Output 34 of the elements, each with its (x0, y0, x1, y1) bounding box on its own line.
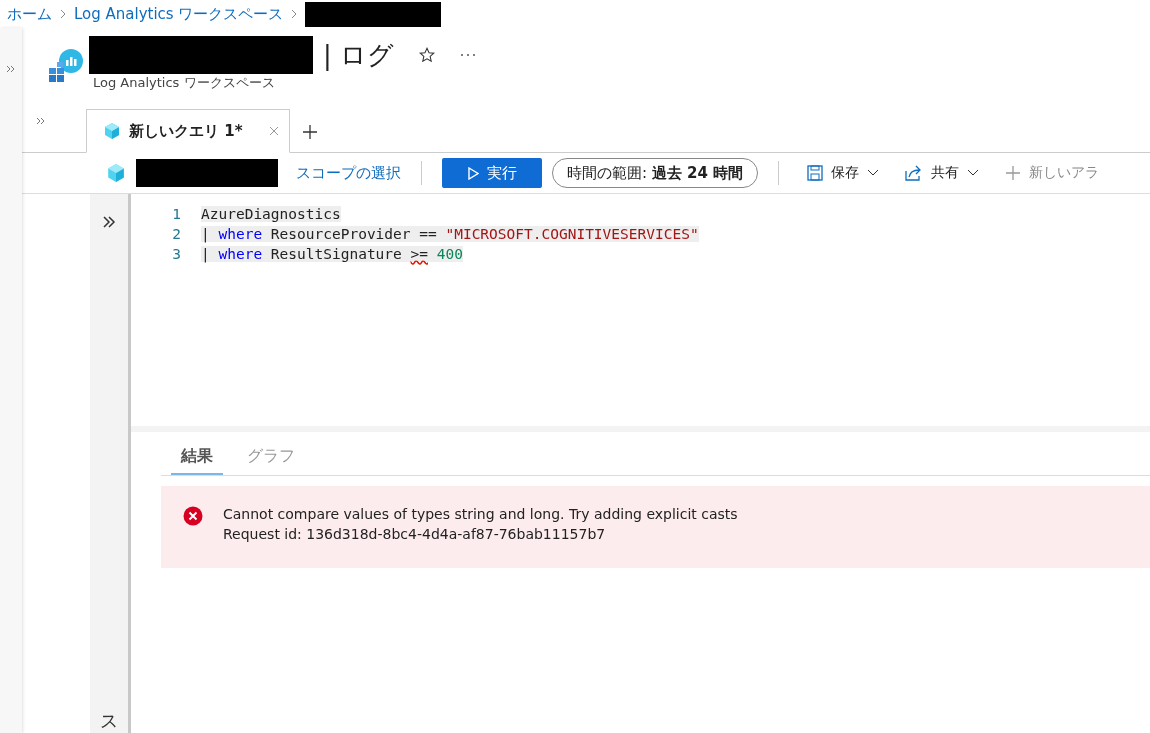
chevron-icon (290, 8, 299, 20)
star-icon[interactable] (418, 46, 437, 64)
add-icon[interactable] (301, 124, 318, 140)
breadcrumb-link[interactable]: ホーム (7, 4, 52, 24)
error-icon (183, 506, 203, 526)
share-button[interactable]: 共有 (897, 164, 988, 182)
analytics-logo-icon (47, 48, 83, 84)
expand-icon[interactable] (102, 216, 116, 228)
new-alert-button[interactable]: 新しいアラ (997, 164, 1108, 182)
line-number: 1 (171, 206, 182, 222)
error-message: Cannot compare values of types string and long. Try adding explicit casts (223, 506, 738, 522)
play-icon (467, 166, 479, 180)
caret-icon (867, 169, 880, 177)
side-panel-label[interactable]: ス (100, 709, 118, 733)
result-tab[interactable]: 結果 (171, 440, 223, 475)
caret-icon (967, 169, 980, 177)
time-range-button[interactable]: 時間の範囲: 過去 24 時間 (552, 158, 759, 188)
close-icon[interactable] (268, 126, 279, 136)
page-subtitle: Log Analytics ワークスペース (93, 74, 276, 92)
run-button[interactable]: 実行 (442, 158, 542, 188)
query-tab[interactable]: 新しいクエリ 1* (86, 109, 290, 153)
cube-icon (103, 122, 121, 140)
save-button[interactable]: 保存 (799, 164, 888, 182)
scope-link[interactable]: スコープの選択 (296, 163, 401, 183)
save-icon (807, 165, 824, 181)
chevron-icon (59, 8, 67, 20)
line-number: 3 (171, 246, 182, 262)
add-icon (1005, 165, 1022, 181)
request-id: Request id: 136d318d-8bc4-4d4a-af87-76bab11157b7 (223, 526, 607, 542)
page-title: | ログ (323, 38, 395, 73)
more-icon[interactable] (460, 53, 477, 57)
line-number: 2 (171, 226, 182, 242)
breadcrumb-link[interactable]: Log Analytics ワークスペース (74, 4, 284, 24)
cube-icon (106, 163, 126, 183)
